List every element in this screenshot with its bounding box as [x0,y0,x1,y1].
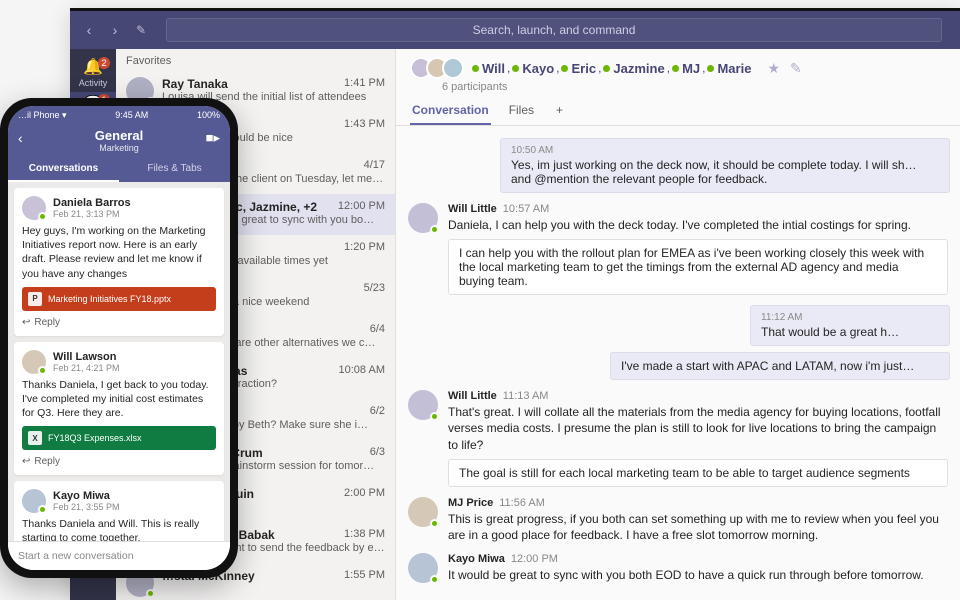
attachment-pptx[interactable]: P Marketing Initiatives FY18.pptx [22,287,216,311]
favorite-star-icon[interactable]: ★ [767,60,780,77]
message-group: Will Little11:13 AM That's great. I will… [408,390,948,487]
post-card[interactable]: Daniela Barros Feb 21, 3:13 PM Hey guys,… [14,188,224,336]
presence-dot-icon [707,65,714,72]
chat-time: 12:00 PM [338,200,385,214]
participants-count: 6 participants [442,81,946,93]
participant-name[interactable]: MJ [672,61,700,76]
chat-time: 1:41 PM [344,77,385,91]
presence-dot-icon [561,65,568,72]
nav-back-icon[interactable]: ‹ [80,22,98,38]
nav-forward-icon[interactable]: › [106,22,124,38]
phone-screen: …il Phone ▾ 9:45 AM 100% ‹ General Marke… [8,106,230,570]
powerpoint-icon: P [28,292,42,306]
post-card[interactable]: Kayo Miwa Feb 21, 3:55 PM Thanks Daniela… [14,481,224,541]
reply-bubble: I can help you with the rollout plan for… [448,239,948,295]
outgoing-message: 11:12 AM That would be a great h… [750,305,950,346]
chat-subnav: Conversation Files + [410,97,946,125]
avatar [408,203,438,233]
status-bar: …il Phone ▾ 9:45 AM 100% [8,106,230,124]
reply-button[interactable]: ↩ Reply [22,456,216,467]
participant-name[interactable]: Will [472,61,505,76]
mobile-compose-input[interactable]: Start a new conversation [8,541,230,570]
edit-pencil-icon[interactable]: ✎ [790,60,802,77]
compose-icon[interactable]: ✎ [132,23,150,37]
meet-icon[interactable]: ■▸ [206,130,220,146]
participant-name[interactable]: Kayo [512,61,554,76]
chat-time: 1:43 PM [344,118,385,132]
desktop-topbar: ‹ › ✎ Search, launch, and command [70,11,960,49]
favorites-header: Favorites [116,49,395,71]
chat-time: 4/17 [364,159,385,173]
participant-names: Will, Kayo, Eric, Jazmine, MJ, Marie [472,61,751,76]
avatar [408,497,438,527]
participant-name[interactable]: Marie [707,61,751,76]
chat-time: 5/23 [364,282,385,296]
tab-files[interactable]: Files [507,97,536,125]
participant-avatars [410,57,464,79]
presence-dot-icon [603,65,610,72]
chat-time: 6/3 [370,446,385,460]
reply-bubble: The goal is still for each local marketi… [448,459,948,487]
presence-dot-icon [472,65,479,72]
outgoing-message: I've made a start with APAC and LATAM, n… [610,352,950,380]
chat-time: 1:55 PM [344,569,385,583]
reply-icon: ↩ [22,317,30,328]
chat-header: Will, Kayo, Eric, Jazmine, MJ, Marie ★ ✎… [396,49,960,126]
mobile-feed[interactable]: Daniela Barros Feb 21, 3:13 PM Hey guys,… [8,182,230,541]
avatar [22,489,46,513]
chat-time: 6/2 [370,405,385,419]
avatar [408,553,438,583]
message-scroll[interactable]: 10:50 AM Yes, im just working on the dec… [396,126,960,600]
search-input[interactable]: Search, launch, and command [166,18,942,42]
avatar [442,57,464,79]
channel-header: ‹ General Marketing ■▸ [8,124,230,157]
message-group: MJ Price11:56 AM This is great progress,… [408,497,948,543]
chat-pane: Will, Kayo, Eric, Jazmine, MJ, Marie ★ ✎… [396,49,960,600]
attachment-xlsx[interactable]: X FY18Q3 Expenses.xlsx [22,426,216,450]
presence-dot-icon [672,65,679,72]
participant-name[interactable]: Jazmine [603,61,664,76]
add-tab-icon[interactable]: + [552,97,567,125]
participant-name[interactable]: Eric [561,61,596,76]
activity-badge: 2 [98,57,110,69]
chat-time: 1:38 PM [344,528,385,542]
teams-mobile-device: …il Phone ▾ 9:45 AM 100% ‹ General Marke… [0,98,238,578]
rail-activity[interactable]: 🔔 Activity 2 [70,55,116,90]
tab-conversation[interactable]: Conversation [410,97,491,125]
tab-files-tabs[interactable]: Files & Tabs [119,157,230,182]
message-group: Kayo Miwa12:00 PM It would be great to s… [408,553,948,583]
excel-icon: X [28,431,42,445]
avatar [408,390,438,420]
chat-time: 1:20 PM [344,241,385,255]
chat-name: Ray Tanaka [162,77,228,91]
avatar [22,350,46,374]
reply-button[interactable]: ↩ Reply [22,317,216,328]
post-card[interactable]: Will Lawson Feb 21, 4:21 PM Thanks Danie… [14,342,224,476]
reply-icon: ↩ [22,456,30,467]
mobile-tabs: Conversations Files & Tabs [8,157,230,182]
tab-conversations[interactable]: Conversations [8,157,119,182]
presence-dot-icon [512,65,519,72]
avatar [22,196,46,220]
chat-time: 10:08 AM [339,364,385,378]
message-group: Will Little10:57 AM Daniela, I can help … [408,203,948,295]
chat-time: 6/4 [370,323,385,337]
chat-time: 2:00 PM [344,487,385,501]
team-name: Marketing [16,143,222,153]
channel-title: General [16,128,222,143]
outgoing-message: 10:50 AM Yes, im just working on the dec… [500,138,950,193]
